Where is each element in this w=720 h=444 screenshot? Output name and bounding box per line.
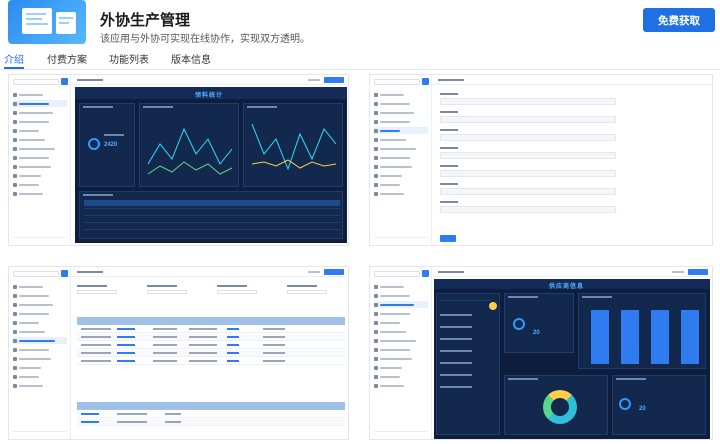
tab-intro[interactable]: 介绍 <box>4 51 24 66</box>
tab-bar: 介绍 付费方案 功能列表 版本信息 <box>0 48 720 70</box>
screenshot-card[interactable]: 领料统计 2420 <box>8 74 349 246</box>
dashboard-preview: 供应商信息 20 20 <box>434 279 710 439</box>
app-logo <box>8 0 86 44</box>
app-header: 外协生产管理 该应用与外协可实现在线协作，实现双方透明。 免费获取 <box>0 0 720 48</box>
tab-features[interactable]: 功能列表 <box>109 51 149 66</box>
tab-versions[interactable]: 版本信息 <box>171 51 211 66</box>
dashboard-preview: 领料统计 2420 <box>75 87 347 243</box>
screenshot-card[interactable] <box>8 266 349 440</box>
screenshot-sidebar <box>9 75 71 245</box>
active-tab-indicator <box>4 67 24 69</box>
app-title: 外协生产管理 <box>100 12 191 29</box>
screenshot-sidebar <box>370 75 432 245</box>
app-description: 该应用与外协可实现在线协作，实现双方透明。 <box>100 34 310 45</box>
screenshot-sidebar <box>9 267 71 439</box>
tab-pricing[interactable]: 付费方案 <box>47 51 87 66</box>
screenshot-card[interactable]: 供应商信息 20 20 <box>369 266 713 440</box>
screenshot-card[interactable] <box>369 74 713 246</box>
screenshot-sidebar <box>370 267 432 439</box>
app-detail-page: 外协生产管理 该应用与外协可实现在线协作，实现双方透明。 免费获取 介绍 付费方… <box>0 0 720 444</box>
free-get-button[interactable]: 免费获取 <box>643 8 715 32</box>
